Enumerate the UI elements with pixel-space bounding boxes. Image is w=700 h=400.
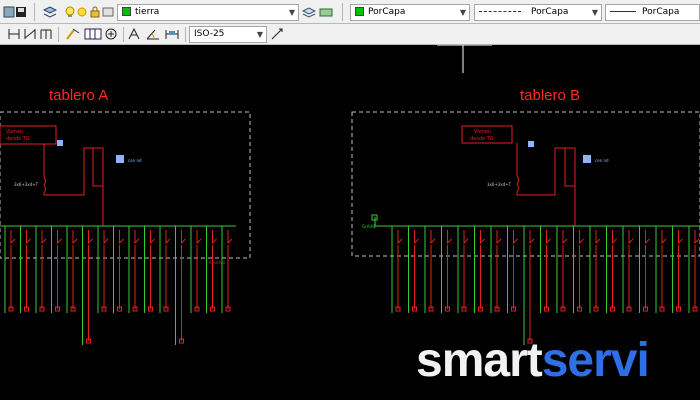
breaker-symbol bbox=[119, 230, 124, 245]
breaker-symbol bbox=[196, 230, 202, 245]
dimstyle-combo[interactable]: ISO-25 ▼ bbox=[189, 26, 267, 43]
breaker-symbol bbox=[103, 230, 109, 245]
layer-combo[interactable]: tierra ▼ bbox=[117, 4, 299, 21]
svg-text:desde TG: desde TG bbox=[6, 136, 30, 142]
svg-text:GrAlHE: GrAlHE bbox=[362, 224, 377, 229]
breaker-symbol bbox=[595, 230, 601, 245]
color-combo[interactable]: PorCapa ▼ bbox=[350, 4, 470, 21]
linetype-combo[interactable]: PorCapa ▼ bbox=[474, 4, 602, 21]
sun-icon[interactable] bbox=[76, 5, 88, 19]
breaker-symbol bbox=[513, 230, 518, 245]
breaker-symbol bbox=[529, 230, 535, 245]
toolbar-separator bbox=[34, 3, 35, 21]
dim-angle-icon[interactable] bbox=[145, 27, 161, 41]
breaker-symbol bbox=[397, 230, 403, 245]
watermark-part1: smart bbox=[416, 334, 543, 387]
breaker-symbol bbox=[496, 230, 502, 245]
breaker-symbol bbox=[480, 230, 485, 245]
linetype-preview bbox=[479, 11, 521, 12]
layer-states-icon[interactable] bbox=[301, 5, 317, 19]
breaker-symbol bbox=[463, 230, 469, 245]
breaker-symbol bbox=[88, 230, 93, 245]
layer-manager-icon[interactable] bbox=[42, 5, 58, 19]
panel-b-schematic: Vienen desde TG cen nd 3x6+3x4+T GrAlHE bbox=[362, 125, 700, 229]
panel-b-branches bbox=[391, 226, 700, 345]
panel-b-title: tablero B bbox=[520, 87, 581, 104]
breaker-symbol bbox=[57, 230, 62, 245]
tolerance-icon[interactable] bbox=[84, 27, 102, 41]
layers-properties-toolbar: tierra ▼ PorCapa ▼ PorCapa ▼ PorCapa bbox=[0, 0, 700, 24]
breaker-symbol bbox=[227, 230, 233, 245]
watermark-part2: servi bbox=[541, 334, 650, 387]
panel-b-border bbox=[351, 111, 700, 257]
breaker-symbol bbox=[430, 230, 436, 245]
breaker-symbol bbox=[694, 230, 700, 245]
chevron-down-icon: ▼ bbox=[256, 30, 263, 39]
lineweight-combo-value: PorCapa bbox=[642, 7, 680, 17]
svg-text:cen nd: cen nd bbox=[595, 158, 609, 163]
lock-icon[interactable] bbox=[89, 5, 101, 19]
svg-text:Vienen: Vienen bbox=[474, 129, 491, 135]
svg-text:Vienen: Vienen bbox=[6, 129, 23, 135]
breaker-symbol bbox=[447, 230, 452, 245]
dim-baseline-icon[interactable] bbox=[39, 27, 53, 41]
breaker-symbol bbox=[10, 230, 16, 245]
breaker-symbol bbox=[134, 230, 140, 245]
chevron-down-icon: ▼ bbox=[591, 8, 598, 17]
crosshair-cursor bbox=[437, 45, 492, 73]
breaker-symbol bbox=[678, 230, 683, 245]
bulb-icon[interactable] bbox=[64, 5, 76, 19]
make-current-icon[interactable] bbox=[318, 5, 334, 19]
quick-dim-icon[interactable] bbox=[65, 27, 81, 41]
breaker-symbol bbox=[72, 230, 78, 245]
color-combo-value: PorCapa bbox=[368, 7, 406, 17]
panel-a-branches bbox=[4, 226, 233, 345]
dim-aligned-icon[interactable] bbox=[23, 27, 37, 41]
chevron-down-icon: ▼ bbox=[459, 8, 466, 17]
breaker-symbol bbox=[645, 230, 650, 245]
chevron-down-icon: ▼ bbox=[288, 8, 295, 17]
dimstyle-combo-value: ISO-25 bbox=[194, 29, 225, 39]
breaker-symbol bbox=[612, 230, 617, 245]
breaker-symbol bbox=[661, 230, 667, 245]
breaker-symbol bbox=[562, 230, 568, 245]
save-icon[interactable] bbox=[14, 5, 28, 19]
toolbar-separator bbox=[123, 27, 124, 42]
panel-a-schematic: Vienen desde TG cen nd 3x6+3x4+T Reserva bbox=[0, 125, 236, 265]
svg-text:3x6+3x4+T: 3x6+3x4+T bbox=[487, 182, 512, 187]
svg-text:Reserva: Reserva bbox=[209, 260, 226, 265]
layer-color-swatch bbox=[122, 7, 131, 16]
dimstyle-icon[interactable] bbox=[270, 27, 284, 41]
breaker-symbol bbox=[546, 230, 551, 245]
breaker-symbol bbox=[579, 230, 584, 245]
color-swatch bbox=[355, 7, 364, 16]
layer-combo-value: tierra bbox=[135, 7, 160, 17]
linetype-combo-value: PorCapa bbox=[531, 7, 569, 17]
breaker-symbol bbox=[41, 230, 47, 245]
layer-state-icon[interactable] bbox=[102, 5, 114, 19]
breaker-symbol bbox=[26, 230, 31, 245]
svg-text:3x6+3x4+T: 3x6+3x4+T bbox=[14, 182, 39, 187]
breaker-symbol bbox=[165, 230, 171, 245]
panel-a-title: tablero A bbox=[49, 87, 109, 104]
breaker-symbol bbox=[212, 230, 217, 245]
toolbar-separator bbox=[185, 27, 186, 42]
svg-text:cen nd: cen nd bbox=[128, 158, 142, 163]
dim-update-icon[interactable] bbox=[164, 27, 180, 41]
lineweight-preview bbox=[610, 11, 636, 12]
toolbar-separator bbox=[342, 3, 343, 21]
dim-text-icon[interactable] bbox=[127, 27, 141, 41]
dimension-toolbar: ISO-25 ▼ bbox=[0, 24, 700, 45]
breaker-symbol bbox=[628, 230, 634, 245]
lineweight-combo[interactable]: PorCapa bbox=[605, 4, 700, 21]
breaker-symbol bbox=[414, 230, 419, 245]
dim-linear-icon[interactable] bbox=[7, 27, 21, 41]
breaker-symbol bbox=[181, 230, 186, 245]
center-mark-icon[interactable] bbox=[104, 27, 118, 41]
watermark-logo: smartservi bbox=[416, 333, 650, 388]
svg-text:desde TG: desde TG bbox=[470, 136, 494, 142]
breaker-symbol bbox=[150, 230, 155, 245]
toolbar-separator bbox=[58, 27, 59, 42]
